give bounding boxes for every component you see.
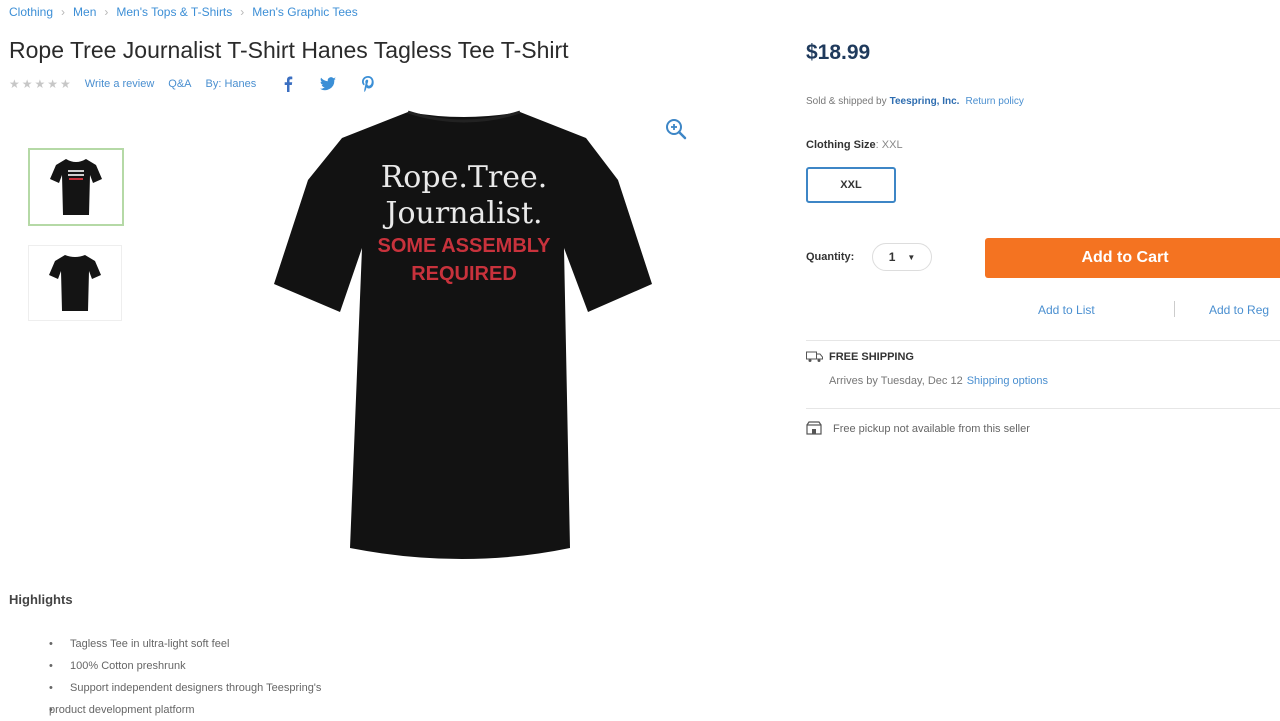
shirt-print-line-1: Rope.Tree.: [380, 160, 548, 195]
write-review-link[interactable]: Write a review: [85, 78, 154, 90]
divider: [806, 340, 1280, 341]
breadcrumb-separator: ›: [61, 5, 66, 19]
sold-by: Sold & shipped by Teespring, Inc. Return p…: [806, 96, 1024, 107]
pinterest-icon[interactable]: [360, 76, 376, 92]
product-title: Rope Tree Journalist T-Shirt Hanes Tagle…: [9, 37, 569, 63]
thumbnail-back[interactable]: [28, 245, 122, 321]
highlights-heading: Highlights: [9, 592, 73, 607]
return-policy-link[interactable]: Return policy: [965, 96, 1023, 107]
breadcrumb-mens-graphic-tees[interactable]: Men's Graphic Tees: [252, 5, 357, 19]
add-to-list-link[interactable]: Add to List: [1038, 303, 1095, 317]
brand-link[interactable]: By: Hanes: [206, 78, 257, 90]
shirt-print-line-3: SOME ASSEMBLY: [377, 235, 551, 257]
chevron-down-icon: ▼: [907, 252, 916, 262]
product-meta: ★★★★★ Write a review Q&A By: Hanes: [9, 76, 400, 92]
quantity-select[interactable]: 1 ▼: [872, 243, 932, 271]
highlight-item-continued: product development platform: [49, 699, 429, 721]
breadcrumb: Clothing › Men › Men's Tops & T-Shirts › Men's…: [9, 5, 358, 19]
seller-link[interactable]: Teespring, Inc.: [890, 96, 960, 107]
sold-by-prefix: Sold & shipped by: [806, 96, 887, 107]
facebook-icon[interactable]: [280, 76, 296, 92]
breadcrumb-mens-tops[interactable]: Men's Tops & T-Shirts: [116, 5, 232, 19]
size-label-text: Clothing Size: [806, 139, 876, 151]
breadcrumb-separator: ›: [240, 5, 245, 19]
truck-icon: [806, 351, 823, 362]
free-shipping-title: FREE SHIPPING: [829, 351, 914, 363]
size-option-xxl[interactable]: XXL: [806, 167, 896, 203]
shirt-print-line-4: REQUIRED: [411, 263, 517, 285]
highlights-list: Tagless Tee in ultra-light soft feel 100…: [49, 633, 429, 721]
shipping-options-link[interactable]: Shipping options: [967, 375, 1048, 387]
divider: [1174, 301, 1175, 317]
divider: [806, 408, 1280, 409]
add-to-registry-link[interactable]: Add to Reg: [1209, 303, 1269, 317]
product-main-image[interactable]: Rope.Tree. Journalist. SOME ASSEMBLY REQ…: [268, 108, 660, 570]
highlight-item: Support independent designers through Te…: [49, 677, 429, 699]
size-label: Clothing Size: XXL: [806, 139, 903, 151]
breadcrumb-men[interactable]: Men: [73, 5, 96, 19]
social-share: [280, 76, 400, 92]
price: $18.99: [806, 41, 871, 64]
breadcrumb-clothing[interactable]: Clothing: [9, 5, 53, 19]
pickup-info: Free pickup not available from this sell…: [833, 423, 1030, 435]
qa-link[interactable]: Q&A: [168, 78, 191, 90]
store-icon: [806, 421, 822, 435]
quantity-value: 1: [888, 250, 896, 264]
arrival-info: Arrives by Tuesday, Dec 12 Shipping optio…: [829, 375, 1048, 387]
arrival-date: Arrives by Tuesday, Dec 12: [829, 375, 963, 387]
shirt-print-line-2: Journalist.: [385, 196, 543, 231]
rating-stars[interactable]: ★★★★★: [9, 77, 73, 91]
tshirt-front-thumbnail-icon: [50, 159, 102, 215]
highlight-item: 100% Cotton preshrunk: [49, 655, 429, 677]
tshirt-back-thumbnail-icon: [49, 255, 101, 311]
add-to-cart-button[interactable]: Add to Cart: [985, 238, 1280, 278]
zoom-icon[interactable]: [664, 117, 688, 141]
thumbnail-front[interactable]: [28, 148, 124, 226]
highlight-item: Tagless Tee in ultra-light soft feel: [49, 633, 429, 655]
size-label-value: : XXL: [875, 139, 903, 151]
twitter-icon[interactable]: [320, 76, 337, 92]
quantity-label: Quantity:: [806, 251, 855, 263]
breadcrumb-separator: ›: [104, 5, 109, 19]
